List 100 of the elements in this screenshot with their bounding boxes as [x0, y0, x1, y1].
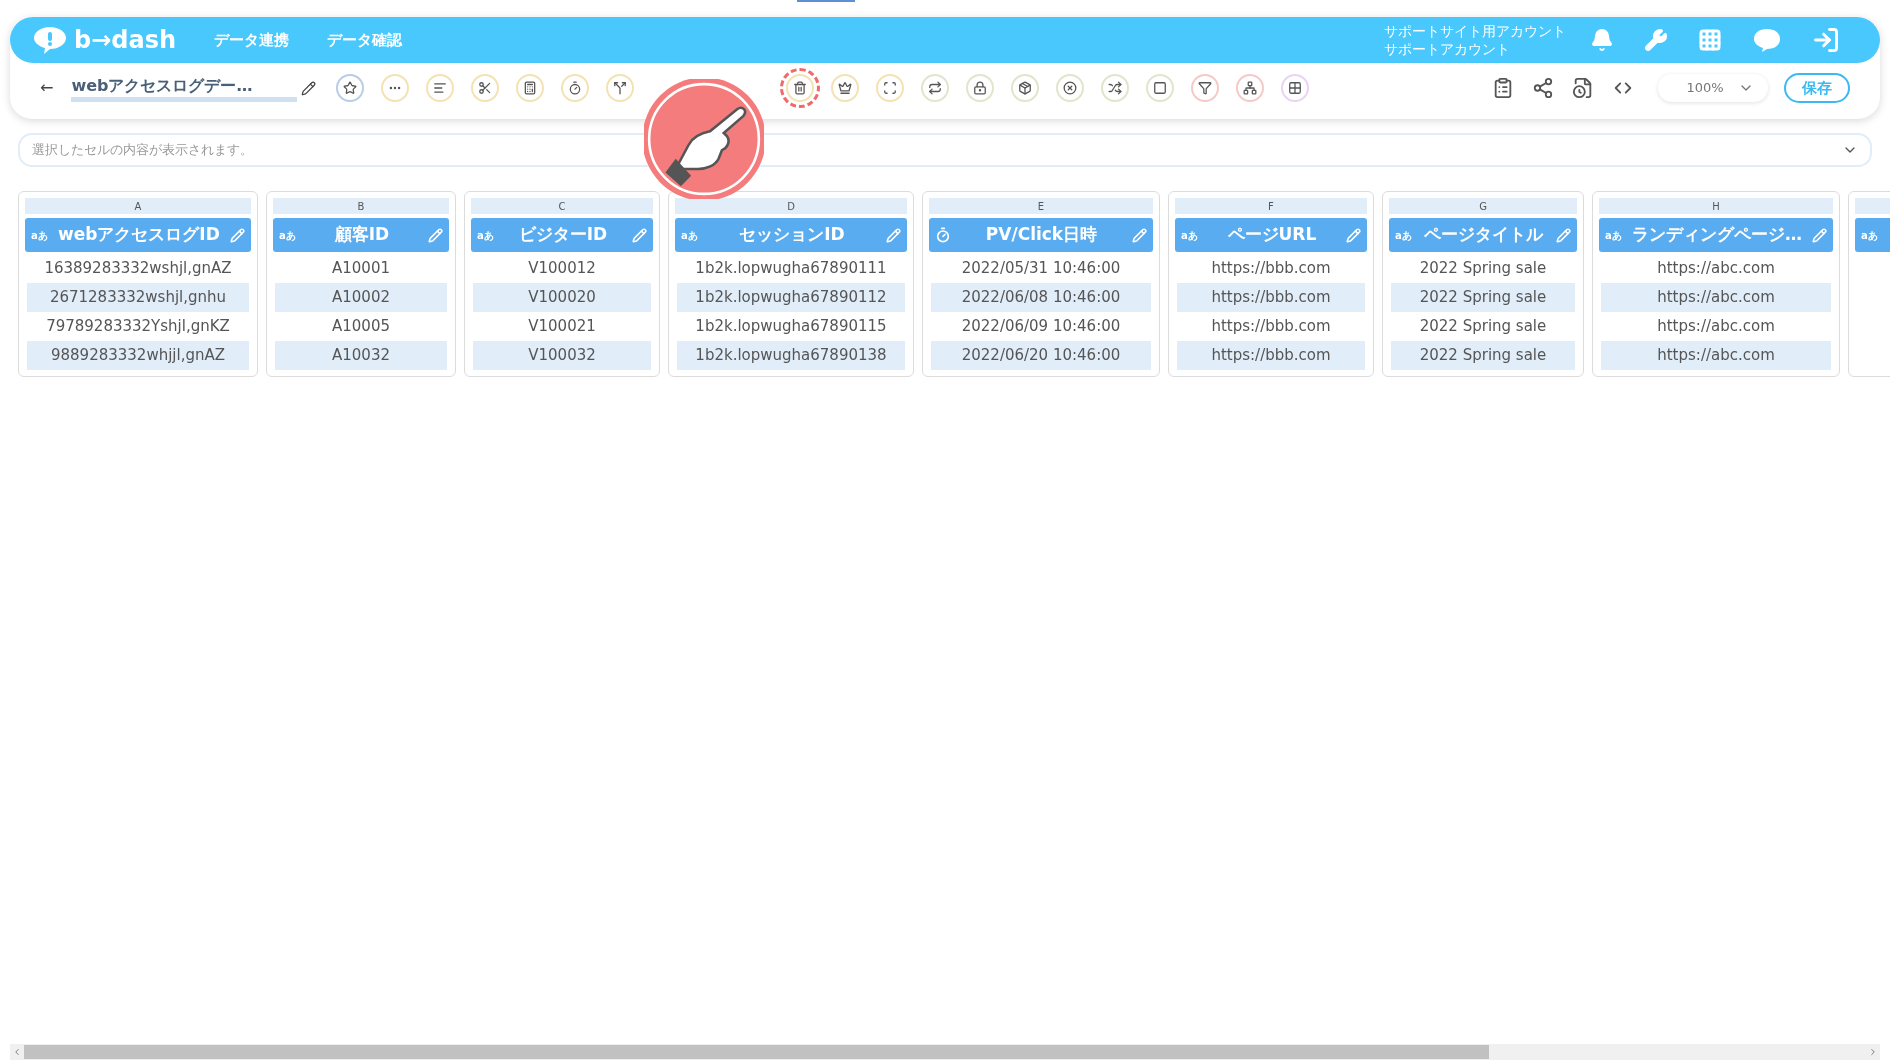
- table-cell-text: https://bbb.com: [1210, 316, 1332, 338]
- table-cell: V100020: [473, 283, 651, 312]
- filter-icon: [1198, 81, 1213, 95]
- tool-button[interactable]: [1011, 74, 1040, 102]
- table-cell-text: 1b2k.lopwugha67890111: [694, 258, 888, 280]
- column-title: 顧客ID: [333, 223, 391, 247]
- nav-link[interactable]: データ確認: [327, 28, 403, 52]
- tool-button[interactable]: [1101, 74, 1130, 102]
- tool-button[interactable]: [336, 74, 365, 102]
- column-header[interactable]: aあ ランディングページ…: [1599, 218, 1833, 252]
- history-icon[interactable]: [1572, 77, 1594, 99]
- save-button[interactable]: 保存: [1784, 73, 1850, 103]
- column-header[interactable]: aあ 顧客ID: [273, 218, 449, 252]
- tool-button[interactable]: [1056, 74, 1085, 102]
- table-cell-text: V100012: [527, 258, 597, 280]
- share-icon[interactable]: [1532, 77, 1554, 99]
- table-cell-text: https://abc.com: [1656, 258, 1776, 280]
- scissors-icon: [478, 81, 493, 95]
- column-title: ランディングページ…: [1630, 223, 1803, 247]
- scrollbar-thumb[interactable]: [24, 1045, 1489, 1059]
- table-cell: https://bbb.com: [1177, 341, 1365, 370]
- type-label: aあ: [31, 228, 48, 243]
- column-title: ビジターID: [517, 223, 609, 247]
- column-letter: F: [1175, 198, 1367, 214]
- tool-button[interactable]: [561, 74, 590, 102]
- table-cell-text: 2022/06/09 10:46:00: [960, 316, 1122, 338]
- table-cell: A10002: [275, 283, 447, 312]
- tree-icon: [1243, 81, 1258, 95]
- timer-icon: [935, 227, 951, 243]
- nav-link[interactable]: データ連携: [214, 28, 290, 52]
- type-label: aあ: [1861, 228, 1878, 243]
- column-header[interactable]: aあ webアクセスログID: [25, 218, 251, 252]
- table-cell: 2671283332wshjl,gnhu: [27, 283, 249, 312]
- column-letter: C: [471, 198, 653, 214]
- tool-button[interactable]: [471, 74, 500, 102]
- fork-icon: [613, 81, 628, 95]
- table-cell-text: https://abc.com: [1656, 316, 1776, 338]
- expand-icon: [883, 81, 898, 95]
- column-letter: H: [1599, 198, 1833, 214]
- square-icon: [1153, 81, 1168, 95]
- column-letter: A: [25, 198, 251, 214]
- tool-button[interactable]: [426, 74, 455, 102]
- sheet-title[interactable]: webアクセスログデー…: [71, 74, 298, 102]
- formula-field[interactable]: 選択したセルの内容が表示されます。: [18, 133, 1872, 167]
- account-name: サポートアカウント: [1384, 40, 1511, 58]
- column-letter: E: [929, 198, 1153, 214]
- formula-input: 選択したセルの内容が表示されます。: [32, 140, 1842, 160]
- edit-icon[interactable]: [301, 80, 317, 96]
- column-header[interactable]: aあ ページタイトル: [1389, 218, 1577, 252]
- horizontal-scrollbar[interactable]: [10, 1044, 1880, 1060]
- table-cell: V100032: [473, 341, 651, 370]
- type-label: aあ: [279, 228, 296, 243]
- column-header[interactable]: PV/Click日時: [929, 218, 1153, 252]
- tool-button[interactable]: [1191, 74, 1220, 102]
- column-title: PV/Click日時: [984, 223, 1099, 247]
- table-cell-text: 1b2k.lopwugha67890115: [694, 316, 888, 338]
- table-cell: 2022/06/08 10:46:00: [931, 283, 1151, 312]
- table-cell: 2022 Spring sale: [1391, 283, 1575, 312]
- tool-button[interactable]: [606, 74, 635, 102]
- type-label: aあ: [1605, 228, 1622, 243]
- column-header[interactable]: aあ ページURL: [1175, 218, 1367, 252]
- column-title: セッションID: [738, 223, 846, 247]
- column-letter: G: [1389, 198, 1577, 214]
- table-cell: https://bbb.com: [1177, 283, 1365, 312]
- table-cell: https://abc.com: [1601, 283, 1831, 312]
- tool-button[interactable]: [921, 74, 950, 102]
- tool-button[interactable]: [516, 74, 545, 102]
- shuffle-icon: [1108, 81, 1123, 95]
- crown-icon: [838, 81, 853, 95]
- tool-button[interactable]: [831, 74, 860, 102]
- logo-text: b→dash: [74, 25, 177, 56]
- column-header[interactable]: aあ: [1855, 218, 1890, 252]
- type-label: aあ: [1181, 228, 1198, 243]
- box-icon: [1018, 81, 1033, 95]
- grid-icon: [1288, 81, 1303, 95]
- tool-button[interactable]: [1236, 74, 1265, 102]
- table-cell-text: 79789283332Yshjl,gnKZ: [45, 316, 231, 338]
- column-letter: D: [675, 198, 907, 214]
- table-cell: 9889283332whjjl,gnAZ: [27, 341, 249, 370]
- zoom-select[interactable]: 100%: [1658, 74, 1768, 102]
- tool-button[interactable]: [966, 74, 995, 102]
- column-header[interactable]: aあ セッションID: [675, 218, 907, 252]
- table-cell: 1b2k.lopwugha67890112: [677, 283, 905, 312]
- tool-button[interactable]: [1281, 74, 1310, 102]
- timer-icon: [568, 81, 583, 95]
- clipboard-icon[interactable]: [1492, 77, 1514, 99]
- table-cell: 2022/06/20 10:46:00: [931, 341, 1151, 370]
- table-cell: 1b2k.lopwugha67890138: [677, 341, 905, 370]
- back-arrow[interactable]: ←: [40, 76, 54, 100]
- tool-button[interactable]: [876, 74, 905, 102]
- table-cell: https://abc.com: [1601, 341, 1831, 370]
- column-letter: B: [273, 198, 449, 214]
- tool-button[interactable]: [1146, 74, 1175, 102]
- type-label: aあ: [477, 228, 494, 243]
- repeat-icon: [928, 81, 943, 95]
- tool-button[interactable]: [786, 74, 815, 102]
- column-header[interactable]: aあ ビジターID: [471, 218, 653, 252]
- table-cell: 2022 Spring sale: [1391, 341, 1575, 370]
- trash-icon: [793, 81, 808, 95]
- table-cell-text: A10005: [331, 316, 391, 338]
